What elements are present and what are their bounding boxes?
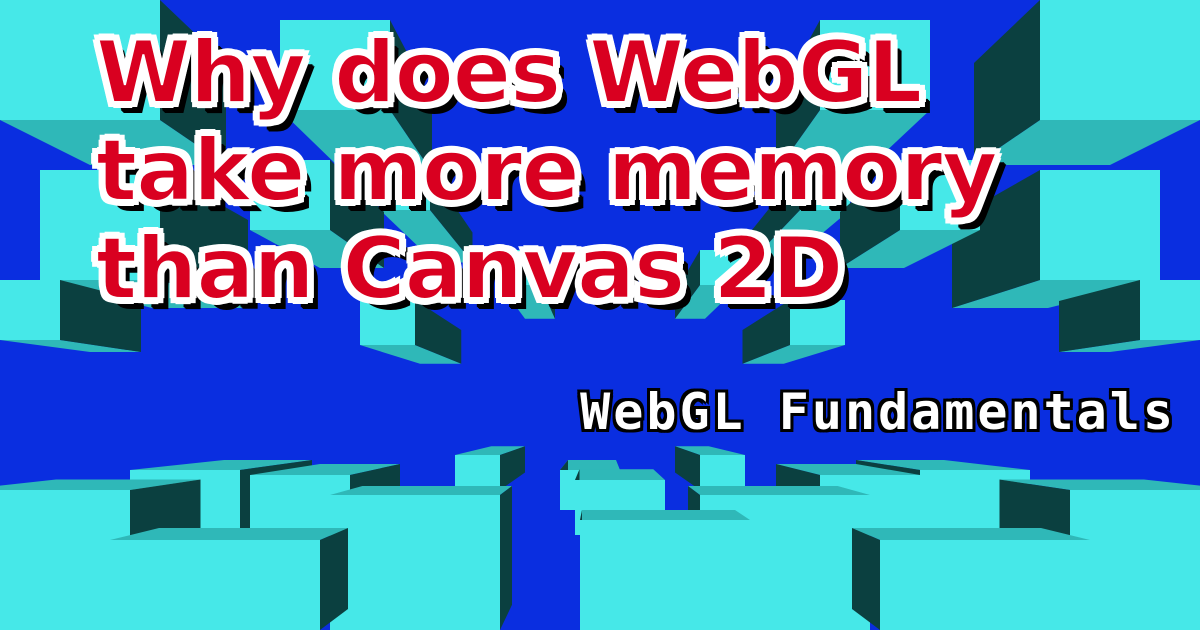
title-line-3: than Canvas 2D: [95, 219, 844, 319]
cube-front-face: [580, 520, 750, 630]
title-line-1: Why does WebGL: [95, 23, 923, 123]
cube-front-face: [455, 455, 500, 490]
cube-top-face: [575, 469, 665, 480]
cube-front-face: [330, 495, 500, 630]
cube-front-face: [1040, 170, 1160, 280]
cube-side-face: [500, 486, 512, 630]
site-name: WebGL Fundamentals: [580, 383, 1176, 441]
cube-top-face: [580, 510, 750, 520]
cube-front-face: [110, 540, 320, 630]
cube-top-face: [560, 460, 620, 470]
cube-front-face: [700, 455, 745, 490]
cube-front-face: [1140, 280, 1200, 340]
page-title: Why does WebGL take more memory than Can…: [95, 23, 999, 319]
cube-front-face: [0, 280, 60, 340]
title-line-2: take more memory: [95, 121, 999, 221]
cube-front-face: [1040, 0, 1200, 120]
social-card: Why does WebGL take more memory than Can…: [0, 0, 1200, 630]
cube-front-face: [880, 540, 1090, 630]
